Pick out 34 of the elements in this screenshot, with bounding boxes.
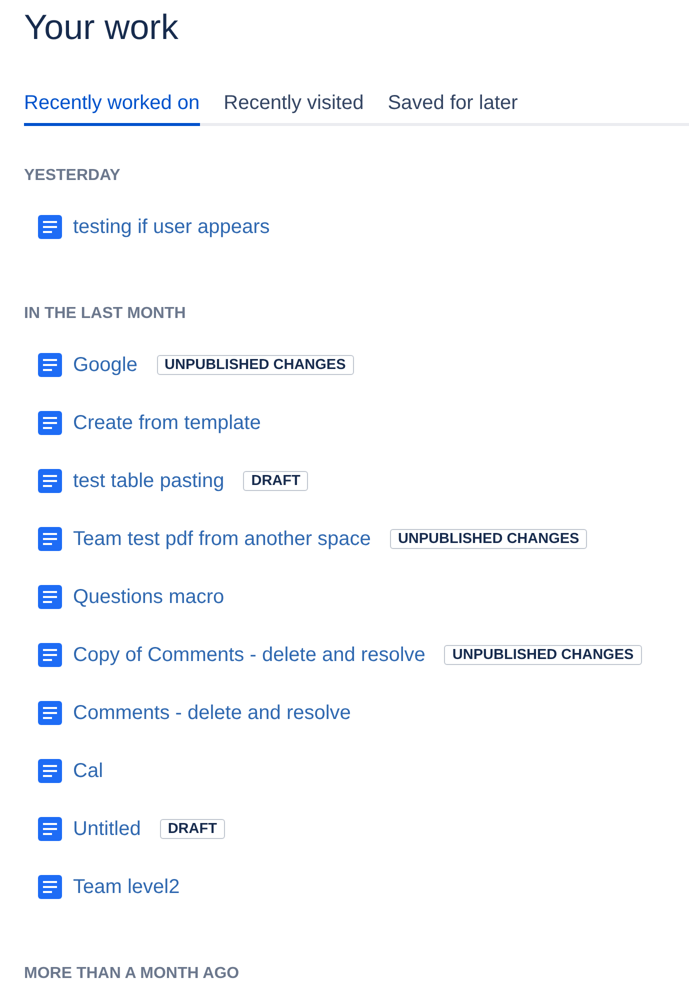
page-link[interactable]: testing if user appears <box>73 216 270 238</box>
page-link[interactable]: Untitled <box>73 818 141 840</box>
page-icon <box>38 469 62 493</box>
tab[interactable]: Recently visited <box>224 91 364 126</box>
page-icon <box>38 759 62 783</box>
page-icon <box>38 411 62 435</box>
page-icon <box>38 585 62 609</box>
page-link[interactable]: Comments - delete and resolve <box>73 702 351 724</box>
page-icon <box>38 875 62 899</box>
page-link[interactable]: Team level2 <box>73 876 180 898</box>
page-link[interactable]: Questions macro <box>73 586 224 608</box>
status-lozenge: DRAFT <box>160 819 225 839</box>
page-icon <box>38 215 62 239</box>
status-lozenge: UNPUBLISHED CHANGES <box>156 355 354 375</box>
tab[interactable]: Saved for later <box>388 91 518 126</box>
section-heading: MORE THAN A MONTH AGO <box>24 964 240 984</box>
tab[interactable]: Recently worked on <box>24 91 200 126</box>
page-icon <box>38 643 62 667</box>
page-link[interactable]: Team test pdf from another space <box>73 528 371 550</box>
status-lozenge: UNPUBLISHED CHANGES <box>444 645 642 665</box>
page-icon <box>38 353 62 377</box>
section-heading: IN THE LAST MONTH <box>24 304 187 324</box>
page-title: Your work <box>24 8 180 48</box>
status-lozenge: UNPUBLISHED CHANGES <box>390 529 588 549</box>
page-icon <box>38 527 62 551</box>
section-heading: YESTERDAY <box>24 166 122 186</box>
page-link[interactable]: Copy of Comments - delete and resolve <box>73 644 426 666</box>
page-link[interactable]: Google <box>73 354 138 376</box>
status-lozenge: DRAFT <box>243 471 308 491</box>
page-link[interactable]: test table pasting <box>73 470 224 492</box>
page-link[interactable]: Create from template <box>73 412 261 434</box>
page-icon <box>38 817 62 841</box>
page-link[interactable]: Cal <box>73 760 104 782</box>
page-icon <box>38 701 62 725</box>
